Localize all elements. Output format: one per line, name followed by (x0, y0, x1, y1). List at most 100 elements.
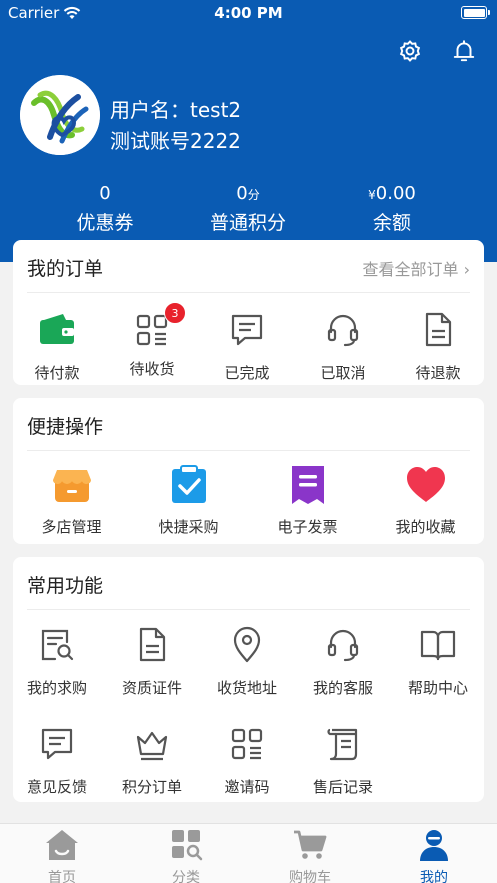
balance-label: 余额 (372, 212, 411, 234)
common-item-label: 帮助中心 (407, 679, 468, 697)
search-document-icon (41, 629, 74, 661)
common-item-label: 意见反馈 (26, 778, 87, 796)
status-bar: Carrier 4:00 PM (0, 0, 497, 28)
order-pending-refund[interactable]: 待退款 (391, 310, 485, 383)
tab-cart[interactable]: 购物车 (248, 828, 372, 883)
coupons-stat[interactable]: 0 优惠券 (35, 182, 175, 235)
battery-icon (461, 6, 490, 19)
divider (27, 292, 470, 293)
notification-badge: 3 (164, 302, 186, 324)
points-stat[interactable]: 0分 普通积分 (178, 182, 318, 235)
profile-header: Carrier 4:00 PM 用户名：test2 测试账号2222 0 优惠券… (0, 0, 497, 262)
points-orders[interactable]: 积分订单 (105, 724, 199, 797)
tab-label: 我的 (420, 870, 448, 883)
store-icon (52, 470, 91, 502)
category-icon (172, 830, 203, 861)
help-center[interactable]: 帮助中心 (391, 625, 485, 698)
common-item-label: 售后记录 (312, 778, 373, 796)
coupons-label: 优惠券 (76, 212, 134, 234)
user-name: 用户名：test2 (110, 98, 242, 122)
tab-label: 分类 (172, 870, 200, 883)
quick-favorites[interactable]: 我的收藏 (367, 464, 484, 537)
points-unit: 分 (247, 188, 260, 202)
qualification-certificates[interactable]: 资质证件 (105, 625, 199, 698)
orders-card: 我的订单 查看全部订单 › 待付款 3 待收货 已完成 已取消 待退款 (13, 240, 484, 385)
heart-icon (406, 467, 445, 502)
quick-item-label: 我的收藏 (395, 518, 456, 536)
divider (27, 450, 470, 451)
common-functions-card: 常用功能 我的求购 资质证件 收货地址 我的客服 帮助中心 意见反馈 积分订单 … (13, 557, 484, 802)
document-icon (425, 312, 452, 347)
wallet-icon (40, 314, 74, 344)
coupons-value: 0 (99, 183, 111, 204)
order-item-label: 待收货 (129, 360, 175, 378)
common-item-label: 收货地址 (216, 679, 277, 697)
record-icon (327, 728, 358, 761)
common-item-label: 我的客服 (312, 679, 373, 697)
book-icon (420, 630, 456, 661)
quick-purchase[interactable]: 快捷采购 (130, 464, 247, 537)
order-item-label: 待退款 (415, 364, 461, 382)
gear-icon[interactable] (397, 38, 423, 64)
order-pending-payment[interactable]: 待付款 (10, 310, 104, 383)
headset-icon (327, 629, 359, 662)
quick-e-invoice[interactable]: 电子发票 (249, 464, 366, 537)
tab-bar: 首页 分类 购物车 我的 (0, 823, 497, 883)
cart-icon (294, 830, 327, 859)
order-pending-receipt[interactable]: 3 待收货 (105, 302, 199, 379)
common-item-label: 积分订单 (121, 778, 182, 796)
balance-prefix: ¥ (368, 188, 376, 202)
bell-icon[interactable] (451, 38, 477, 64)
headset-icon (327, 314, 359, 347)
balance-stat[interactable]: ¥0.00 余额 (322, 182, 462, 235)
order-item-label: 已取消 (320, 364, 366, 382)
status-time: 4:00 PM (214, 4, 283, 22)
feedback[interactable]: 意见反馈 (10, 724, 104, 797)
location-pin-icon (233, 626, 261, 663)
quick-item-label: 电子发票 (277, 518, 338, 536)
tab-label: 首页 (48, 870, 76, 883)
qrcode-icon (231, 728, 263, 760)
quick-title: 便捷操作 (27, 416, 104, 438)
common-item-label: 邀请码 (224, 778, 270, 796)
quick-item-label: 快捷采购 (158, 518, 219, 536)
points-value-row: 0分 (178, 182, 318, 206)
tab-profile[interactable]: 我的 (372, 828, 496, 883)
tab-home[interactable]: 首页 (0, 828, 124, 883)
customer-service[interactable]: 我的客服 (296, 625, 390, 698)
balance-value: 0.00 (375, 183, 416, 204)
after-sales-records[interactable]: 售后记录 (296, 724, 390, 797)
points-label: 普通积分 (209, 212, 286, 234)
orders-title: 我的订单 (27, 258, 104, 280)
divider (27, 609, 470, 610)
points-value: 0 (236, 183, 248, 204)
invite-code[interactable]: 邀请码 (200, 724, 294, 797)
common-item-label: 我的求购 (26, 679, 87, 697)
my-purchase-requests[interactable]: 我的求购 (10, 625, 104, 698)
common-title: 常用功能 (27, 575, 104, 597)
order-completed[interactable]: 已完成 (200, 310, 294, 383)
logo-icon (20, 75, 100, 155)
view-all-orders-link[interactable]: 查看全部订单 › (363, 256, 471, 280)
common-item-label: 资质证件 (121, 679, 182, 697)
message-done-icon (231, 314, 263, 346)
balance-value-row: ¥0.00 (322, 182, 462, 206)
package-grid-icon-wrap: 3 (132, 302, 186, 350)
shipping-address[interactable]: 收货地址 (200, 625, 294, 698)
clipboard-check-icon (171, 465, 206, 503)
quick-item-label: 多店管理 (41, 518, 102, 536)
invoice-icon (291, 466, 324, 504)
quick-multi-store[interactable]: 多店管理 (13, 464, 130, 537)
tab-label: 购物车 (289, 870, 331, 883)
tab-category[interactable]: 分类 (124, 828, 248, 883)
certificate-icon (139, 627, 166, 662)
feedback-icon (41, 728, 73, 760)
home-icon (46, 830, 78, 860)
account-name: 测试账号2222 (110, 129, 241, 153)
quick-actions-card: 便捷操作 多店管理 快捷采购 电子发票 我的收藏 (13, 398, 484, 544)
profile-icon (420, 830, 448, 861)
avatar[interactable] (20, 75, 100, 155)
order-item-label: 已完成 (224, 364, 270, 382)
order-item-label: 待付款 (34, 364, 80, 382)
order-cancelled[interactable]: 已取消 (296, 310, 390, 383)
